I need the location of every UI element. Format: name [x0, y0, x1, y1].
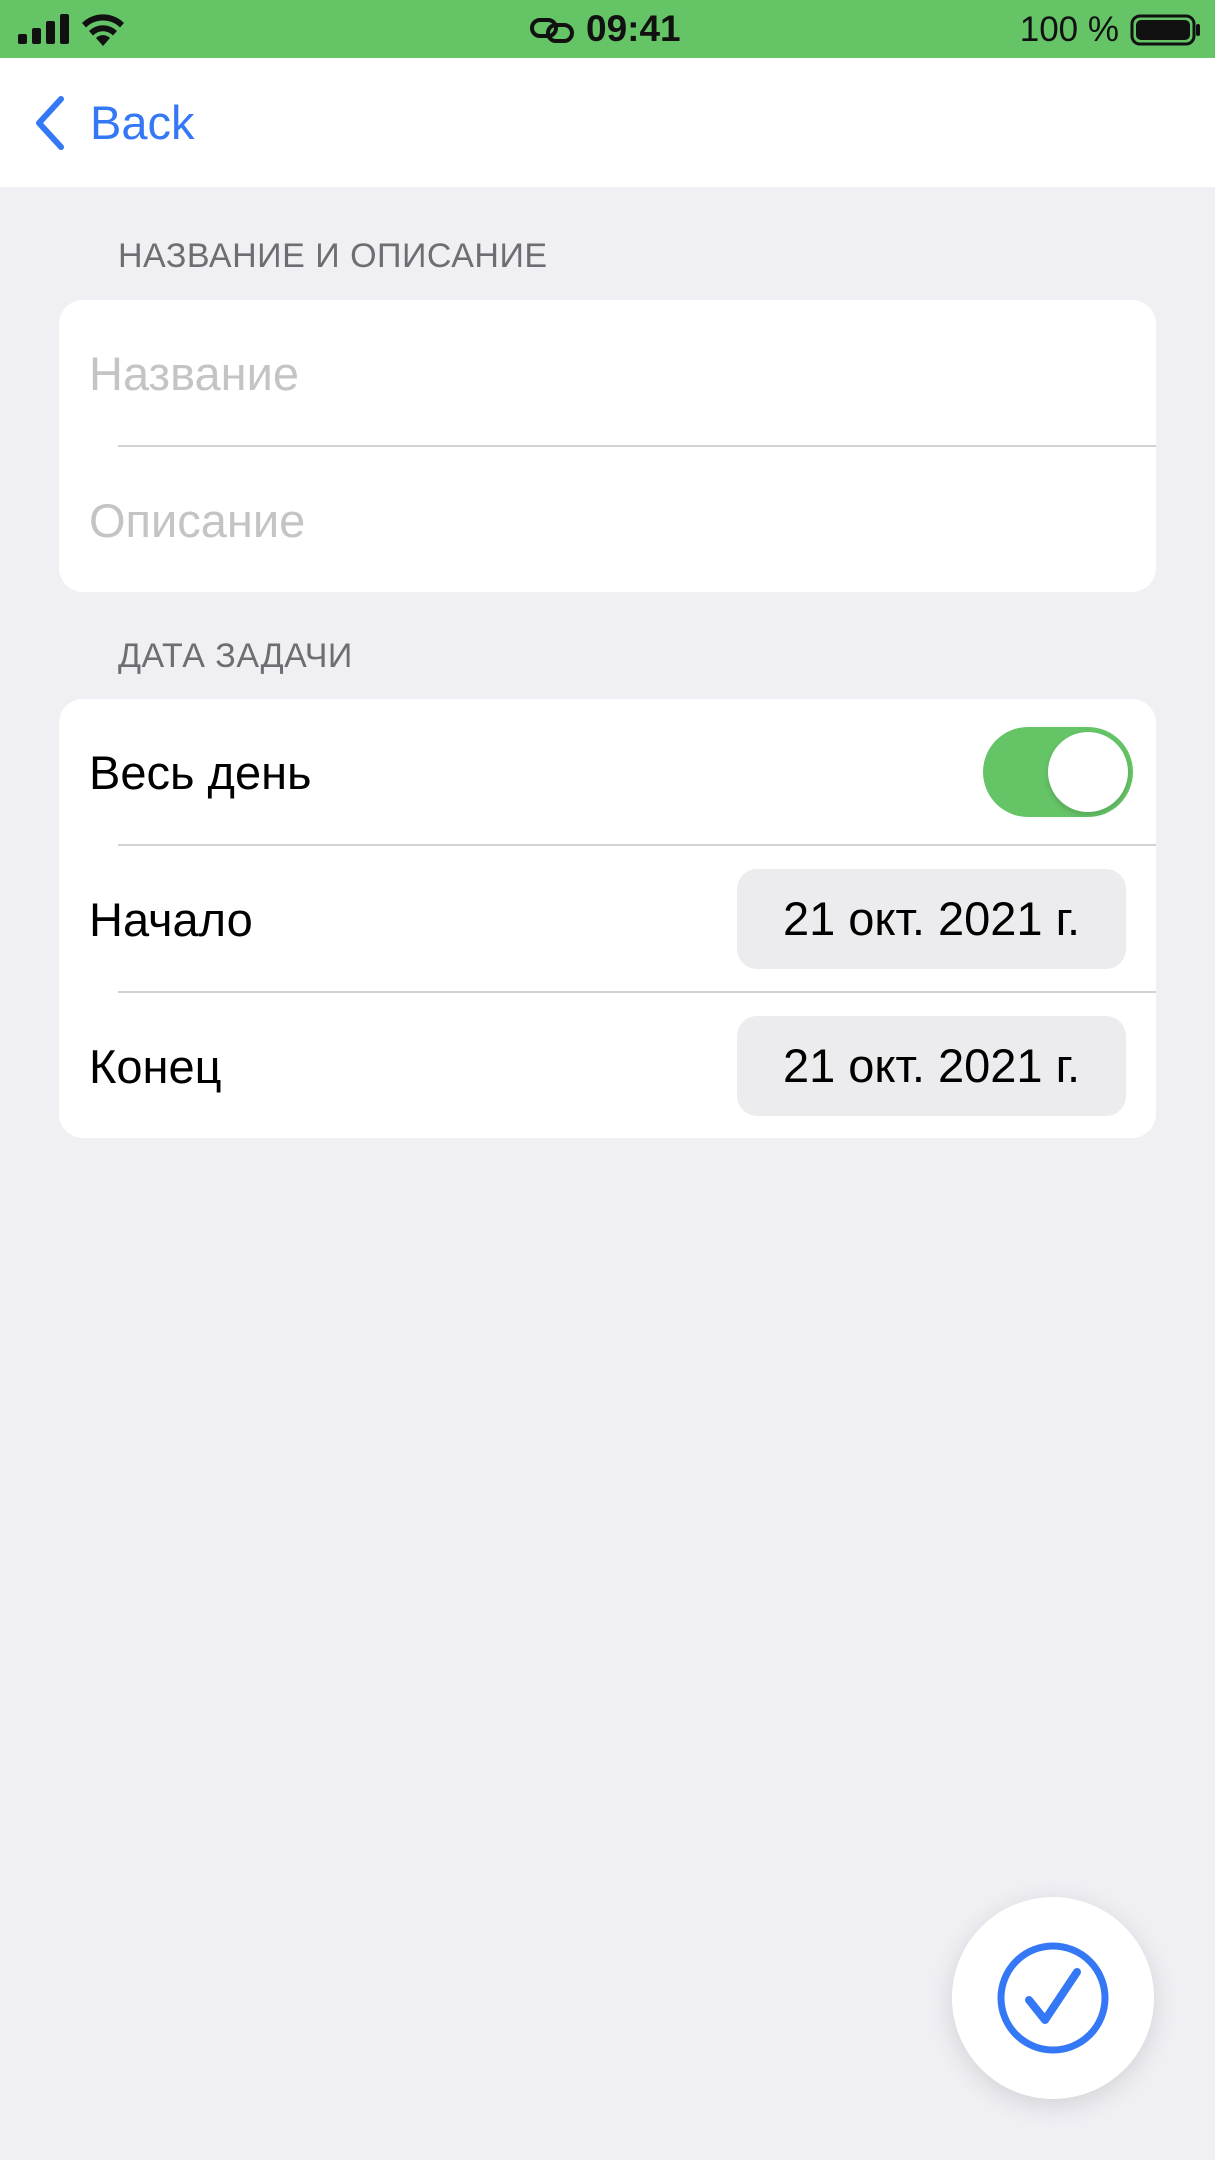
task-date-card: Весь день Начало 21 окт. 2021 г. Конец 2… — [59, 699, 1156, 1138]
all-day-label: Весь день — [89, 746, 312, 799]
section-header-name-description: НАЗВАНИЕ И ОПИСАНИЕ — [118, 237, 548, 275]
description-input[interactable] — [89, 485, 1119, 555]
status-bar: 09:41 100 % — [0, 0, 1215, 58]
start-label: Начало — [89, 893, 253, 946]
section-header-task-date: ДАТА ЗАДАЧИ — [118, 637, 353, 675]
start-date-picker[interactable]: 21 окт. 2021 г. — [737, 869, 1126, 969]
toggle-knob — [1048, 732, 1128, 812]
checkmark-circle-icon — [997, 1942, 1109, 2054]
title-input[interactable] — [89, 338, 1119, 408]
end-label: Конец — [89, 1040, 222, 1093]
chevron-left-icon — [36, 96, 64, 150]
all-day-row: Весь день — [59, 699, 1156, 845]
back-button[interactable]: Back — [34, 92, 195, 154]
navigation-bar: Back — [0, 58, 1215, 187]
end-date-picker[interactable]: 21 окт. 2021 г. — [737, 1016, 1126, 1116]
wifi-icon — [82, 14, 124, 46]
battery-full-icon — [1130, 14, 1200, 46]
end-row: Конец 21 окт. 2021 г. — [59, 993, 1156, 1138]
status-time: 09:41 — [586, 8, 681, 49]
confirm-button[interactable] — [952, 1897, 1154, 2099]
title-row — [59, 300, 1156, 446]
link-icon — [530, 18, 574, 43]
battery-percentage: 100 % — [1019, 10, 1119, 49]
name-description-card — [59, 300, 1156, 592]
cellular-signal-icon — [18, 14, 69, 44]
all-day-toggle[interactable] — [983, 727, 1133, 817]
description-row — [59, 447, 1156, 592]
back-label: Back — [90, 96, 195, 149]
start-row: Начало 21 окт. 2021 г. — [59, 846, 1156, 992]
